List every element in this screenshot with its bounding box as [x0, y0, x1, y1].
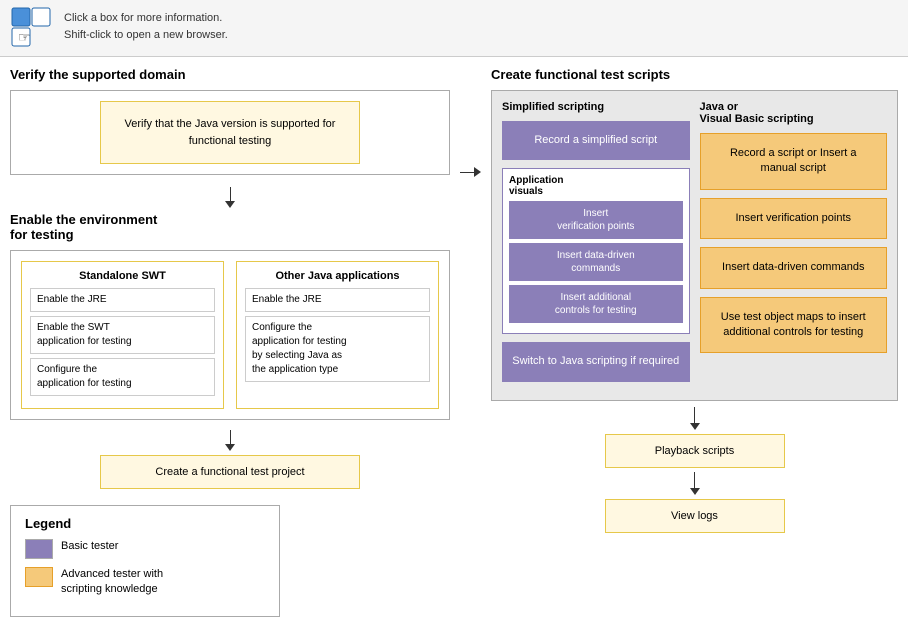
other-java-title: Other Java applications — [245, 270, 430, 282]
app-visuals-label: Applicationvisuals — [509, 175, 683, 197]
record-simplified-box[interactable]: Record a simplified script — [502, 121, 690, 160]
java-vb-col: Java or Visual Basic scripting Record a … — [700, 101, 888, 390]
standalone-swt-box: Standalone SWT Enable the JRE Enable the… — [21, 261, 224, 409]
left-panel: Verify the supported domain Verify that … — [10, 67, 450, 617]
legend-item-advanced: Advanced tester withscripting knowledge — [25, 567, 265, 598]
other-java-item-1[interactable]: Enable the JRE — [245, 288, 430, 312]
simplified-scripting-col: Simplified scripting Record a simplified… — [502, 101, 690, 390]
view-logs-box[interactable]: View logs — [605, 499, 785, 533]
other-java-box: Other Java applications Enable the JRE C… — [236, 261, 439, 409]
right-panel: Create functional test scripts Simplifie… — [491, 67, 898, 617]
record-java-box[interactable]: Record a script or Insert a manual scrip… — [700, 133, 888, 190]
verify-domain-section: Verify that the Java version is supporte… — [10, 90, 450, 175]
switch-java-box[interactable]: Switch to Java scripting if required — [502, 342, 690, 381]
svg-text:☞: ☞ — [18, 29, 31, 45]
create-scripts-title: Create functional test scripts — [491, 67, 898, 82]
legend-item-basic: Basic tester — [25, 539, 265, 559]
standalone-swt-title: Standalone SWT — [30, 270, 215, 282]
create-project-box[interactable]: Create a functional test project — [100, 455, 360, 489]
insert-vp-simplified[interactable]: Insertverification points — [509, 201, 683, 239]
insert-ddc-java[interactable]: Insert data-driven commands — [700, 247, 888, 288]
other-java-item-2[interactable]: Configure theapplication for testingby s… — [245, 316, 430, 382]
legend-text-basic: Basic tester — [61, 539, 118, 554]
legend-title: Legend — [25, 516, 265, 531]
standalone-item-2[interactable]: Enable the SWTapplication for testing — [30, 316, 215, 354]
legend-text-advanced: Advanced tester withscripting knowledge — [61, 567, 163, 598]
legend-color-advanced — [25, 567, 53, 587]
main-content: Verify the supported domain Verify that … — [0, 57, 908, 627]
legend: Legend Basic tester Advanced tester with… — [10, 505, 280, 617]
insert-ddc-simplified[interactable]: Insert data-drivencommands — [509, 243, 683, 281]
standalone-item-3[interactable]: Configure theapplication for testing — [30, 358, 215, 396]
legend-color-basic — [25, 539, 53, 559]
top-bar: ☞ Click a box for more information. Shif… — [0, 0, 908, 57]
enable-env-box: Standalone SWT Enable the JRE Enable the… — [10, 250, 450, 420]
enable-env-title: Enable the environment for testing — [10, 212, 450, 242]
top-bar-info: Click a box for more information. Shift-… — [64, 10, 228, 43]
bottom-right: Playback scripts View logs — [491, 407, 898, 533]
app-visuals-box: Applicationvisuals Insertverification po… — [502, 168, 690, 334]
app-icon: ☞ — [10, 6, 54, 50]
insert-controls-java[interactable]: Use test object maps to insert additiona… — [700, 297, 888, 354]
connector-arrow — [460, 67, 481, 617]
verify-section-title: Verify the supported domain — [10, 67, 450, 82]
verify-domain-box[interactable]: Verify that the Java version is supporte… — [100, 101, 360, 164]
scripts-outer-box: Simplified scripting Record a simplified… — [491, 90, 898, 401]
simplified-col-title: Simplified scripting — [502, 101, 690, 113]
playback-scripts-box[interactable]: Playback scripts — [605, 434, 785, 468]
java-col-title: Java or Visual Basic scripting — [700, 101, 888, 125]
standalone-item-1[interactable]: Enable the JRE — [30, 288, 215, 312]
insert-vp-java[interactable]: Insert verification points — [700, 198, 888, 239]
insert-controls-simplified[interactable]: Insert additionalcontrols for testing — [509, 285, 683, 323]
